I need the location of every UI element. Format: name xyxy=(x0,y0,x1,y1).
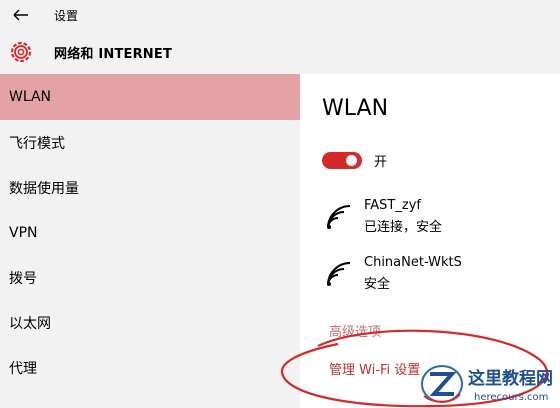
toggle-knob xyxy=(346,155,357,166)
sidebar-item-proxy[interactable]: 代理 xyxy=(0,345,300,391)
sidebar-item-dial-up[interactable]: 拨号 xyxy=(0,255,300,301)
watermark-url: herecours.com xyxy=(474,392,548,403)
sidebar-item-data-usage[interactable]: 数据使用量 xyxy=(0,165,300,211)
sidebar-item-label: 数据使用量 xyxy=(9,181,79,197)
sidebar-item-label: 代理 xyxy=(9,361,37,377)
gear-icon xyxy=(10,41,32,63)
wifi-icon xyxy=(327,262,351,286)
network-item-fast-zyf[interactable]: FAST_zyf 已连接，安全 xyxy=(322,198,552,238)
sidebar-item-ethernet[interactable]: 以太网 xyxy=(0,300,300,346)
page-title: 网络和 INTERNET xyxy=(54,47,173,62)
page-header: 网络和 INTERNET xyxy=(0,30,560,74)
network-status: 安全 xyxy=(364,277,391,292)
wlan-toggle[interactable] xyxy=(322,152,362,169)
title-bar: 设置 xyxy=(0,0,560,30)
network-item-chinanet[interactable]: ChinaNet-WktS 安全 xyxy=(322,255,552,295)
arrow-left-icon[interactable] xyxy=(10,6,32,24)
watermark-brand: 这里教程网 xyxy=(468,368,553,389)
window-title: 设置 xyxy=(54,9,79,23)
sidebar-item-vpn[interactable]: VPN xyxy=(0,210,300,256)
toggle-state-label: 开 xyxy=(374,155,388,170)
network-name: FAST_zyf xyxy=(364,198,421,213)
sidebar-item-label: WLAN xyxy=(9,89,52,105)
logo-icon: 这里教程网 herecours.com xyxy=(421,365,553,403)
sidebar-item-airplane-mode[interactable]: 飞行模式 xyxy=(0,120,300,166)
sidebar-item-label: 以太网 xyxy=(9,316,51,332)
wifi-icon xyxy=(327,205,351,229)
network-status: 已连接，安全 xyxy=(364,220,443,235)
watermark: 这里教程网 herecours.com xyxy=(418,360,560,408)
sidebar-item-label: 飞行模式 xyxy=(9,136,65,152)
sidebar-item-label: 拨号 xyxy=(9,271,37,287)
section-heading: WLAN xyxy=(322,96,389,121)
network-name: ChinaNet-WktS xyxy=(364,255,462,270)
sidebar-item-label: VPN xyxy=(9,225,38,241)
sidebar-item-wlan[interactable]: WLAN xyxy=(0,74,300,120)
sidebar: WLAN 飞行模式 数据使用量 VPN 拨号 以太网 代理 xyxy=(0,74,300,408)
